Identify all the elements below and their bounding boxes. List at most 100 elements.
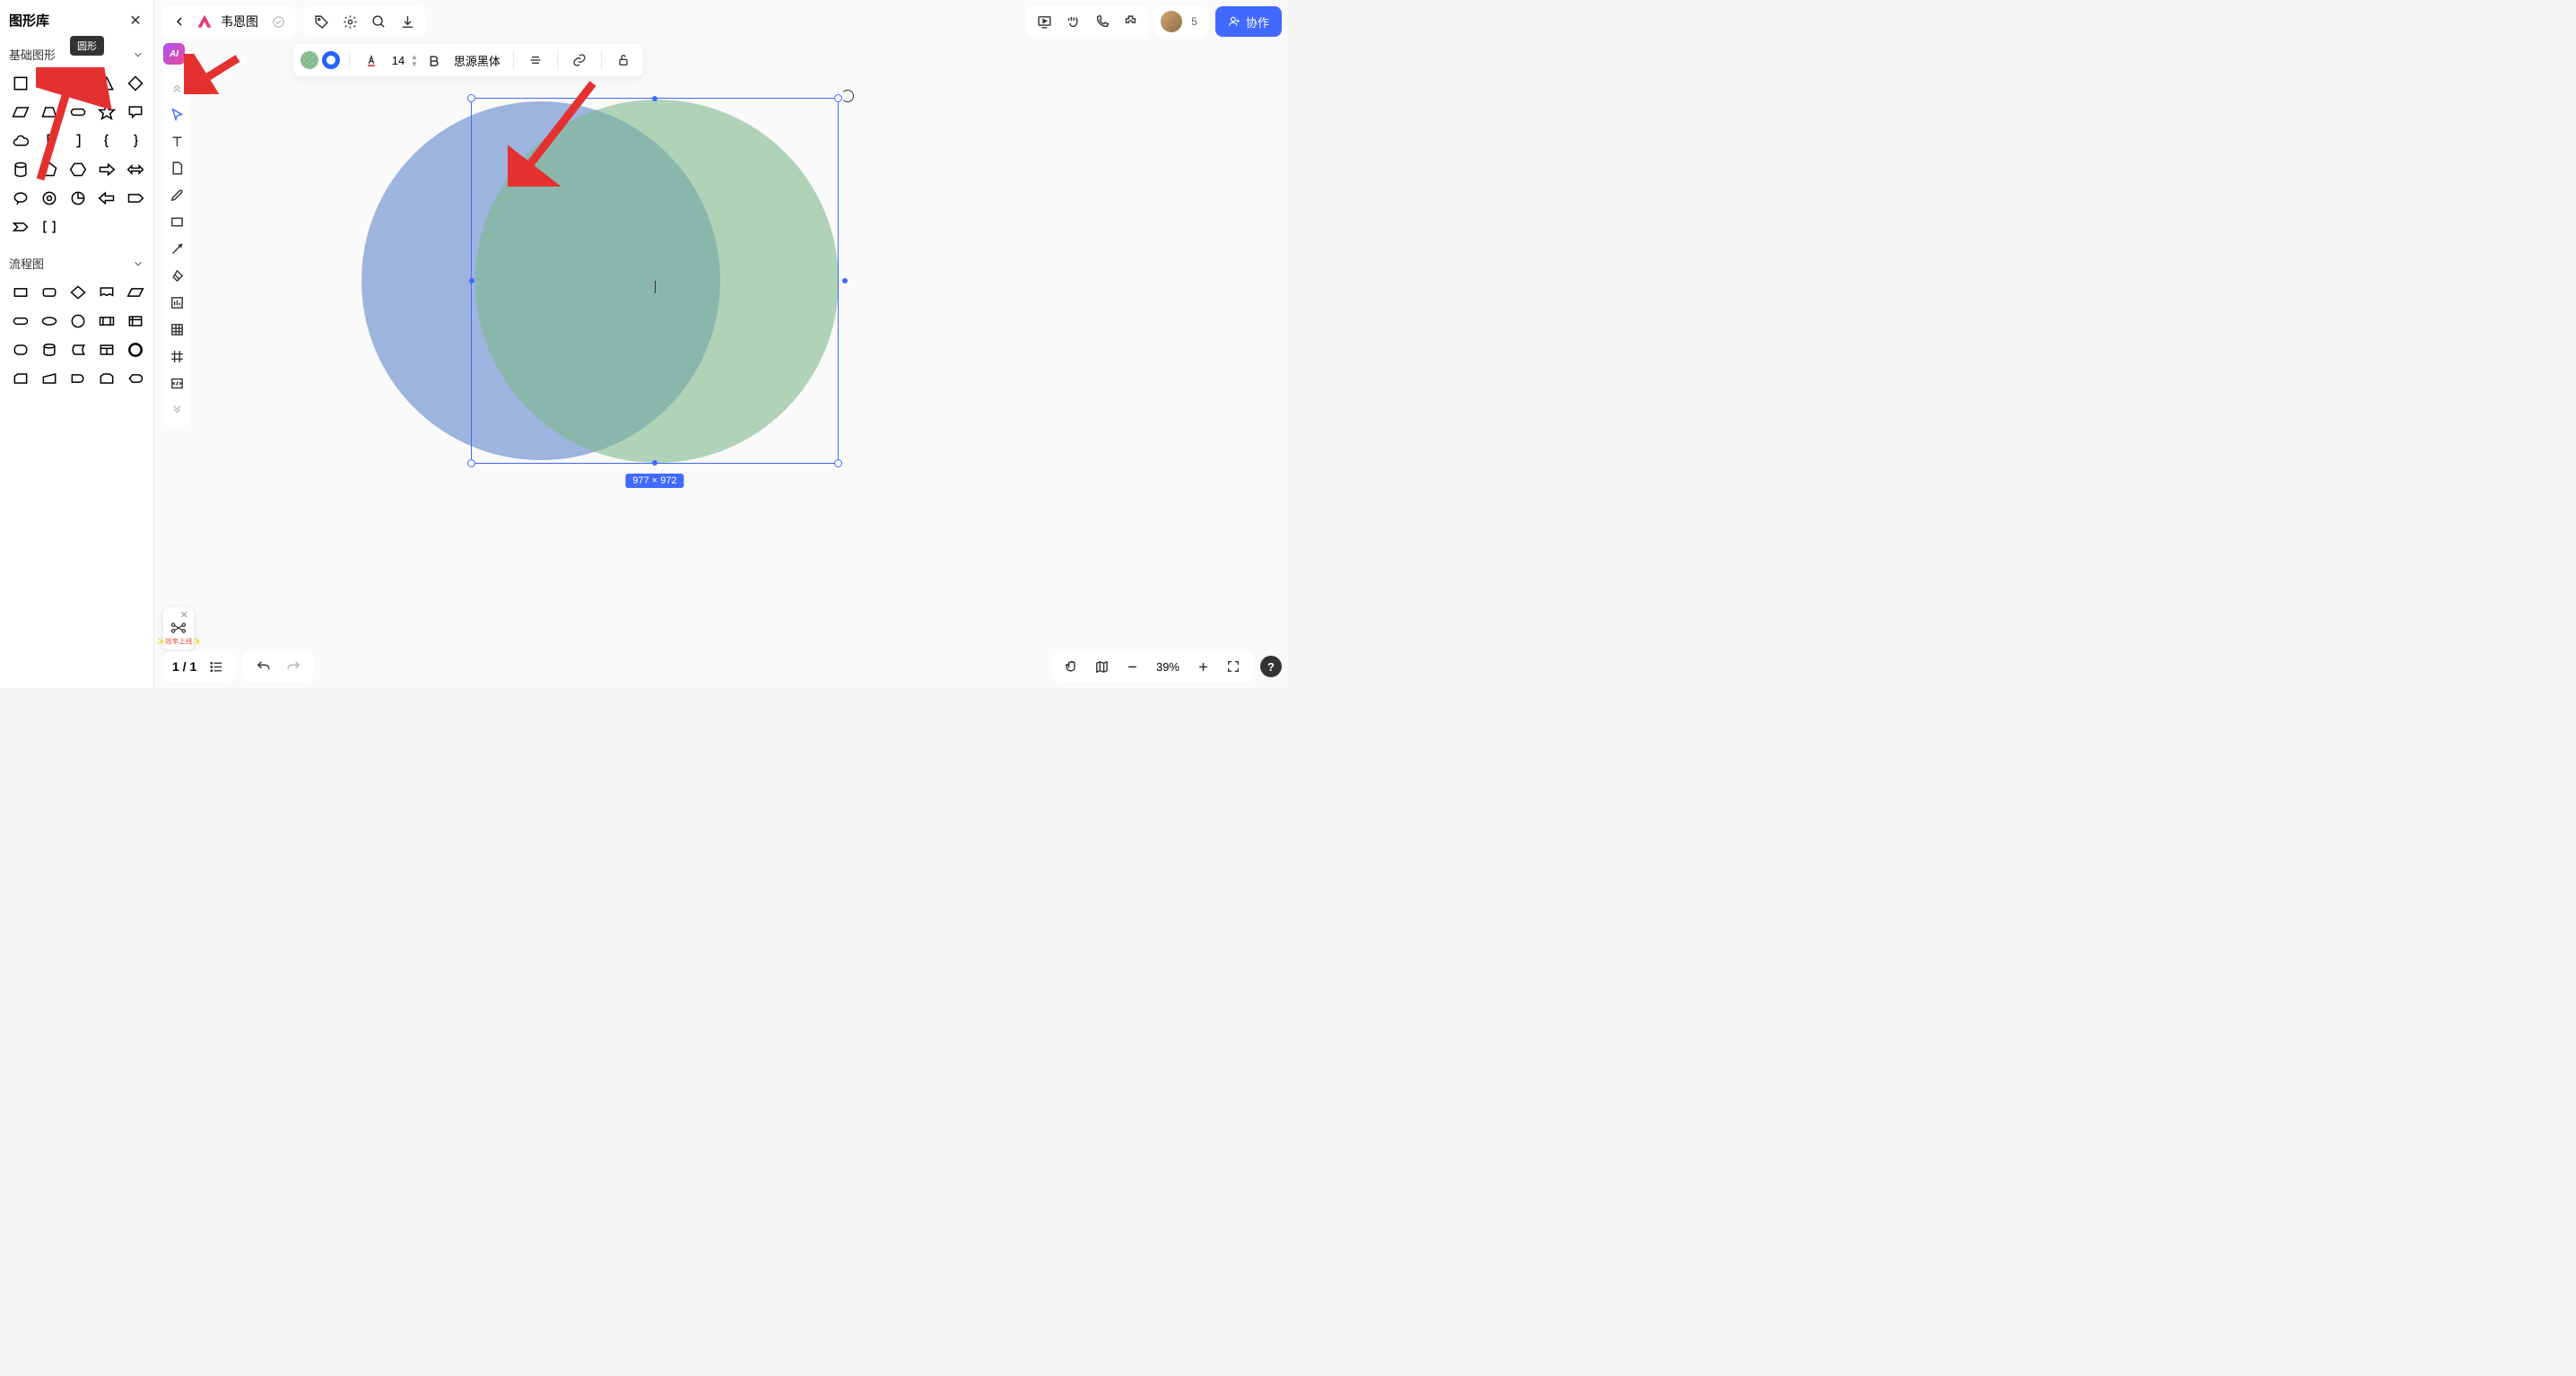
line-tool[interactable] <box>165 237 188 260</box>
tag-button[interactable] <box>309 9 334 34</box>
present-button[interactable] <box>1031 9 1057 34</box>
code-tool[interactable] <box>165 371 188 395</box>
venn-circle-left[interactable] <box>361 101 720 460</box>
shape-bracket-right[interactable] <box>65 127 91 154</box>
canvas[interactable]: 977 × 972 <box>154 0 1288 688</box>
resize-handle-t[interactable] <box>652 96 657 101</box>
font-size-control[interactable]: ▲ ▼ <box>387 53 418 67</box>
fc-stored-data[interactable] <box>65 336 91 363</box>
zoom-level[interactable]: 39% <box>1153 660 1183 674</box>
call-button[interactable] <box>1089 9 1114 34</box>
chart-tool[interactable] <box>165 291 188 314</box>
fc-ellipse[interactable] <box>36 308 63 335</box>
shape-triangle[interactable] <box>93 70 120 97</box>
lock-button[interactable] <box>611 48 636 73</box>
shape-rounded-square[interactable] <box>36 70 63 97</box>
collapse-up-icon[interactable] <box>165 75 188 99</box>
search-button[interactable] <box>366 9 391 34</box>
redo-button[interactable] <box>283 656 304 677</box>
zoom-in-button[interactable] <box>1192 656 1214 677</box>
resize-handle-tl[interactable] <box>467 94 475 102</box>
fc-delay[interactable] <box>65 365 91 392</box>
shape-target[interactable] <box>36 185 63 212</box>
bold-button[interactable] <box>422 48 447 73</box>
page-list-button[interactable] <box>205 656 227 677</box>
shape-diamond[interactable] <box>122 70 149 97</box>
section-flowchart[interactable]: 流程图 <box>7 249 146 277</box>
fc-internal[interactable] <box>93 336 120 363</box>
help-button[interactable]: ? <box>1260 656 1282 677</box>
fill-color-swatch[interactable] <box>300 51 318 69</box>
ai-button[interactable]: AI <box>163 43 185 65</box>
fc-rounded[interactable] <box>36 279 63 306</box>
fullscreen-button[interactable] <box>1223 656 1244 677</box>
zoom-out-button[interactable] <box>1122 656 1144 677</box>
venn-circle-right[interactable] <box>475 100 839 463</box>
minimap-button[interactable] <box>1092 656 1113 677</box>
resize-handle-b[interactable] <box>652 460 657 466</box>
shape-cylinder[interactable] <box>7 156 34 183</box>
undo-button[interactable] <box>252 656 274 677</box>
rectangle-tool[interactable] <box>165 210 188 233</box>
fc-connector[interactable] <box>65 308 91 335</box>
fc-terminator[interactable] <box>7 308 34 335</box>
font-size-down[interactable]: ▼ <box>411 60 418 67</box>
shape-parallelogram[interactable] <box>7 99 34 126</box>
page-tool[interactable] <box>165 156 188 179</box>
font-family-select[interactable]: 思源黑体 <box>450 48 504 73</box>
back-button[interactable] <box>167 9 192 34</box>
resize-handle-br[interactable] <box>834 459 842 467</box>
extension-button[interactable] <box>1118 9 1143 34</box>
shape-brackets-both[interactable] <box>36 213 63 240</box>
fc-predefined[interactable] <box>93 308 120 335</box>
shortcut-close-button[interactable]: ✕ <box>180 609 188 621</box>
shape-thought[interactable] <box>7 185 34 212</box>
resize-handle-bl[interactable] <box>467 459 475 467</box>
shape-arrow-left[interactable] <box>93 185 120 212</box>
document-title[interactable]: 韦恩图 <box>217 13 262 30</box>
fc-flag[interactable] <box>93 279 120 306</box>
shape-pill[interactable] <box>65 99 91 126</box>
fc-data[interactable] <box>122 279 149 306</box>
fc-internal-storage[interactable] <box>122 308 149 335</box>
shape-arrow-right[interactable] <box>93 156 120 183</box>
shape-speech[interactable] <box>122 99 149 126</box>
resize-handle-l[interactable] <box>469 278 474 283</box>
download-button[interactable] <box>395 9 420 34</box>
fc-database[interactable] <box>36 336 63 363</box>
fc-display-circle[interactable] <box>122 336 149 363</box>
fc-alt-process[interactable] <box>7 336 34 363</box>
collapse-down-icon[interactable] <box>165 398 188 422</box>
font-size-input[interactable] <box>387 54 409 67</box>
shape-tag[interactable] <box>122 185 149 212</box>
shape-pentagon[interactable] <box>36 156 63 183</box>
resize-handle-tr[interactable] <box>834 94 842 102</box>
shape-circle[interactable] <box>65 70 91 97</box>
shape-brace-right[interactable] <box>122 127 149 154</box>
frame-tool[interactable] <box>165 344 188 368</box>
shape-star[interactable] <box>93 99 120 126</box>
text-tool[interactable] <box>165 129 188 152</box>
align-button[interactable] <box>523 48 548 73</box>
page-indicator[interactable]: 1 / 1 <box>172 659 196 674</box>
pen-tool[interactable] <box>165 183 188 206</box>
shape-arrow-both[interactable] <box>122 156 149 183</box>
collab-button[interactable]: 协作 <box>1215 6 1282 37</box>
close-sidebar-button[interactable]: ✕ <box>126 12 144 30</box>
settings-button[interactable] <box>337 9 362 34</box>
shape-chevron[interactable] <box>7 213 34 240</box>
fc-decision[interactable] <box>65 279 91 306</box>
fc-card[interactable] <box>7 365 34 392</box>
text-color-button[interactable] <box>359 48 384 73</box>
fc-display[interactable] <box>122 365 149 392</box>
select-tool[interactable] <box>165 102 188 126</box>
shape-brace-left[interactable] <box>93 127 120 154</box>
link-button[interactable] <box>567 48 592 73</box>
fc-process[interactable] <box>7 279 34 306</box>
shape-bracket-left[interactable] <box>36 127 63 154</box>
resize-handle-r[interactable] <box>842 278 848 283</box>
fc-loop[interactable] <box>93 365 120 392</box>
table-tool[interactable] <box>165 318 188 341</box>
wave-button[interactable] <box>1060 9 1085 34</box>
shape-arc[interactable] <box>65 185 91 212</box>
